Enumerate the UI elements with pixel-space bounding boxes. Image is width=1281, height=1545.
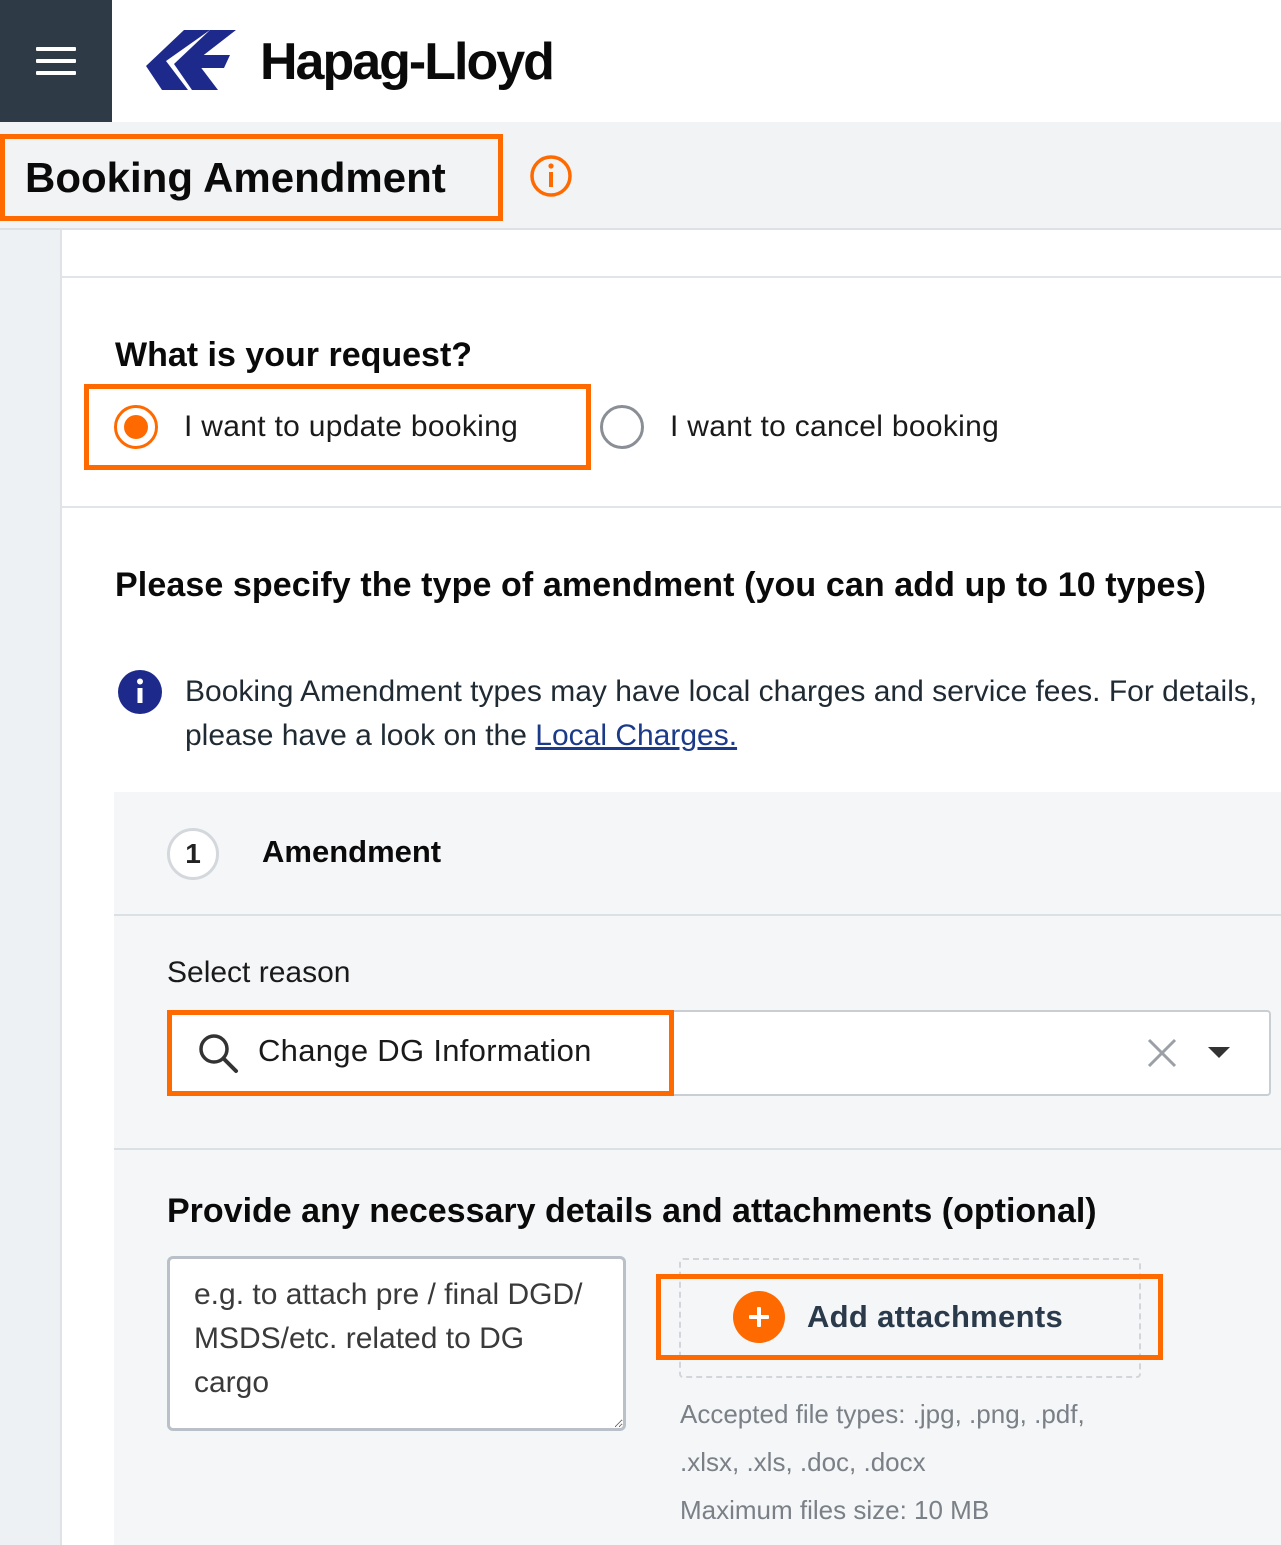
request-question: What is your request? [115,336,473,374]
hamburger-menu-icon [36,47,76,75]
radio-unselected-indicator[interactable] [600,405,644,449]
divider [62,276,1281,278]
divider [114,914,1281,916]
add-attachments-label: Add attachments [807,1299,1063,1334]
page-title-highlight: Booking Amendment [0,134,503,221]
radio-selected-indicator[interactable] [114,405,158,449]
brand-name: Hapag-Lloyd [260,33,555,91]
plus-circle-icon [733,1291,785,1343]
max-file-size: Maximum files size: 10 MB [680,1495,990,1525]
divider [62,506,1281,508]
select-reason-label: Select reason [167,956,351,989]
caret-down-icon[interactable] [1206,1043,1232,1061]
details-textarea[interactable] [167,1256,626,1431]
radio-cancel-booking[interactable]: I want to cancel booking [600,405,999,449]
info-circle-icon[interactable] [528,153,574,199]
add-attachments-button[interactable]: Add attachments [656,1274,1163,1360]
close-icon[interactable] [1145,1036,1179,1070]
accepted-file-types: Accepted file types: .jpg, .png, .pdf, .… [680,1399,1085,1477]
divider [114,1148,1281,1150]
search-icon [199,1034,238,1073]
step-number-badge: 1 [167,828,219,880]
radio-update-booking[interactable]: I want to update booking [114,405,518,449]
hapag-lloyd-logo-icon [146,30,236,90]
local-charges-notice: Booking Amendment types may have local c… [185,670,1265,758]
local-charges-link[interactable]: Local Charges. [535,719,737,752]
amendment-type-title: Please specify the type of amendment (yo… [115,566,1206,604]
step-title: Amendment [262,834,442,869]
file-requirements: Accepted file types: .jpg, .png, .pdf, .… [680,1390,1150,1534]
top-bar: Hapag-Lloyd [0,0,1281,122]
left-gutter [0,230,62,1545]
info-filled-icon [118,670,162,714]
radio-update-booking-label: I want to update booking [184,410,519,443]
details-title: Provide any necessary details and attach… [167,1192,1097,1230]
page-title: Booking Amendment [25,153,446,201]
hamburger-menu-button[interactable] [0,0,112,122]
radio-cancel-booking-label: I want to cancel booking [670,410,1000,443]
select-reason-value[interactable]: Change DG Information [258,1033,592,1069]
